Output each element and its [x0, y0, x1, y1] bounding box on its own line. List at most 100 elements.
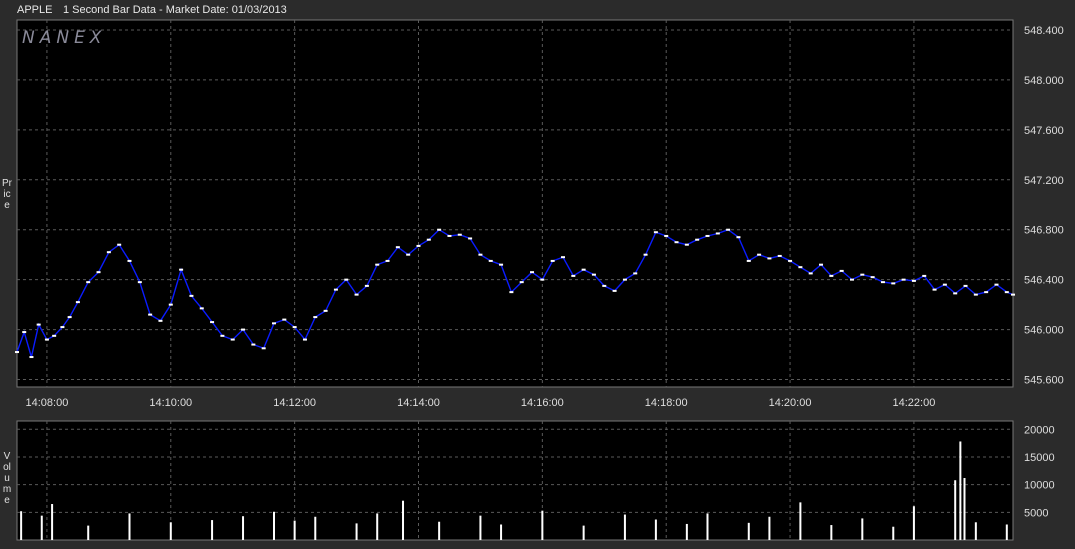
price-point — [75, 301, 80, 304]
price-point — [736, 236, 741, 239]
volume-bar — [799, 502, 802, 540]
price-volume-chart: 545.600 546.000 546.400 546.800 547.200 547.6… — [15, 19, 1064, 541]
time-tick-label: 14:20:00 — [769, 397, 812, 409]
price-point — [406, 253, 411, 256]
price-point — [684, 243, 689, 246]
price-point — [15, 351, 19, 354]
price-point — [106, 251, 111, 254]
volume-bar — [314, 516, 317, 540]
volume-plot-area — [16, 420, 1014, 541]
time-tick-label: 14:16:00 — [521, 397, 564, 409]
price-point — [509, 291, 514, 294]
volume-bar — [623, 514, 626, 540]
volume-tick-label: 5000 — [1024, 507, 1048, 519]
price-point — [953, 292, 958, 295]
volume-bar — [438, 521, 441, 540]
price-point — [230, 338, 235, 341]
volume-bar — [582, 525, 585, 540]
price-point — [148, 313, 153, 316]
price-point — [1004, 291, 1009, 294]
price-point — [901, 278, 906, 281]
volume-bar — [747, 522, 750, 540]
time-tick-label: 14:22:00 — [893, 397, 936, 409]
volume-tick-label: 15000 — [1024, 452, 1055, 464]
volume-bar — [479, 515, 482, 540]
price-point — [984, 291, 989, 294]
price-point — [777, 254, 782, 257]
price-point — [468, 237, 473, 240]
price-point — [60, 326, 65, 329]
price-tick-label: 546.800 — [1024, 225, 1064, 237]
price-point — [674, 241, 679, 244]
price-point — [499, 263, 504, 266]
volume-bar — [211, 520, 214, 540]
price-point — [67, 316, 72, 319]
price-point — [942, 283, 947, 286]
volume-bar — [40, 515, 43, 540]
price-point — [849, 278, 854, 281]
price-point — [117, 243, 122, 246]
price-point — [829, 274, 834, 277]
price-point — [416, 244, 421, 247]
price-point — [612, 289, 617, 292]
price-point — [653, 231, 658, 234]
volume-bar — [128, 513, 131, 540]
price-point — [251, 343, 256, 346]
volume-bar — [706, 513, 709, 540]
price-point — [344, 278, 349, 281]
price-point — [633, 272, 638, 275]
price-point — [705, 234, 710, 237]
price-point — [788, 259, 793, 262]
price-point — [447, 234, 452, 237]
price-point — [622, 278, 627, 281]
volume-bar — [954, 480, 957, 540]
price-point — [922, 274, 927, 277]
time-tick-label: 14:10:00 — [149, 397, 192, 409]
price-point — [302, 338, 307, 341]
price-point — [1011, 293, 1015, 296]
volume-panel: 5000 10000 15000 20000 — [16, 420, 1055, 541]
time-tick-label: 14:12:00 — [273, 397, 316, 409]
price-point — [292, 326, 297, 329]
price-point — [746, 259, 751, 262]
volume-bar — [376, 513, 379, 540]
volume-bar — [169, 522, 172, 540]
price-point — [220, 334, 225, 337]
price-point — [457, 233, 462, 236]
price-point — [726, 228, 731, 231]
price-point — [199, 307, 204, 310]
price-tick-label: 547.600 — [1024, 125, 1064, 137]
price-point — [313, 316, 318, 319]
price-point — [767, 257, 772, 260]
price-point — [282, 318, 287, 321]
volume-bar — [20, 511, 23, 540]
volume-bar — [272, 511, 275, 540]
volume-tick-label: 10000 — [1024, 480, 1055, 492]
volume-tick-label: 20000 — [1024, 424, 1055, 436]
price-point — [385, 259, 390, 262]
volume-bar — [912, 506, 915, 540]
price-point — [880, 281, 885, 284]
volume-bar — [1005, 524, 1008, 540]
price-point — [963, 284, 968, 287]
price-point — [757, 253, 762, 256]
price-point — [808, 272, 813, 275]
price-point — [602, 284, 607, 287]
price-point — [189, 294, 194, 297]
price-point — [643, 253, 648, 256]
price-point — [333, 288, 338, 291]
volume-bar — [541, 510, 544, 540]
price-point — [530, 271, 535, 274]
time-tick-label: 14:18:00 — [645, 397, 688, 409]
time-tick-label: 14:08:00 — [26, 397, 69, 409]
price-point — [819, 263, 824, 266]
price-tick-label: 546.400 — [1024, 275, 1064, 287]
volume-bar — [830, 525, 833, 540]
price-point — [715, 232, 720, 235]
price-point — [911, 279, 916, 282]
price-point — [426, 238, 431, 241]
price-point — [870, 276, 875, 279]
price-point — [695, 238, 700, 241]
price-point — [519, 281, 524, 284]
volume-bar — [242, 516, 245, 540]
